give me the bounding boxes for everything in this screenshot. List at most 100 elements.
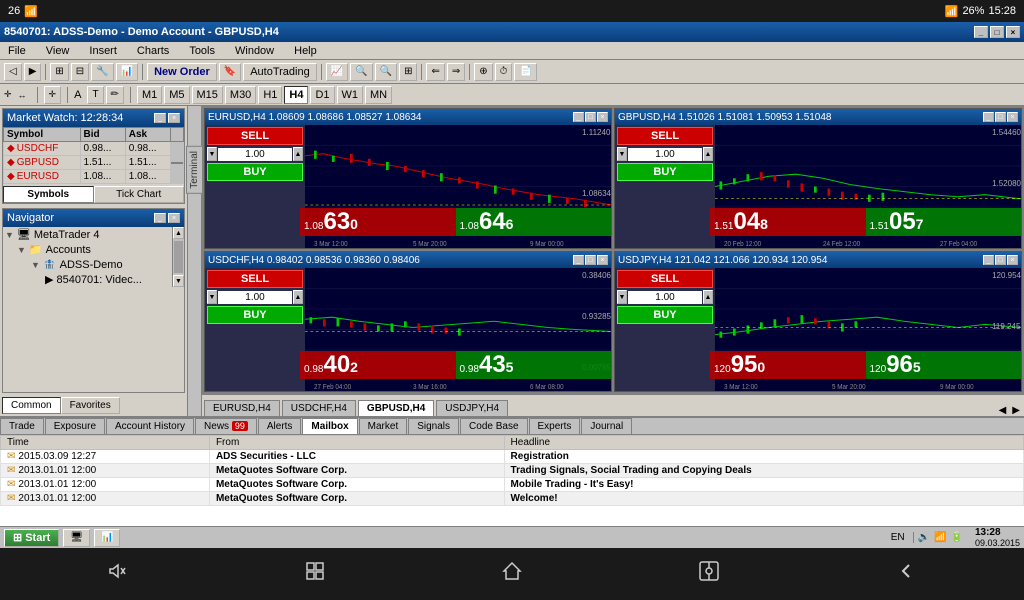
eurusd-min[interactable]: _ [573,112,584,122]
nav-item-adss[interactable]: ▼ 🏦 ADSS-Demo [3,257,172,272]
mw-row-usdchf[interactable]: ◆USDCHF 0.98... 0.98... [4,142,184,156]
mw-min-btn[interactable]: _ [154,113,166,123]
term-tab-journal[interactable]: Journal [581,418,632,434]
chart-tab-next[interactable]: ▶ [1010,405,1022,416]
toolbar-btn-11[interactable]: ⇐ [426,63,444,81]
auto-trading-button[interactable]: AutoTrading [243,63,317,81]
nav-scrollbar[interactable]: ▲ ▼ [172,227,184,287]
eurusd-sell-btn[interactable]: SELL [207,127,303,145]
maximize-button[interactable]: □ [990,26,1004,38]
toolbar-btn-13[interactable]: ⊕ [474,63,492,81]
nav-recent-apps[interactable] [295,551,335,597]
mw-row-eurusd[interactable]: ◆EURUSD 1.08... 1.08... [4,170,184,184]
term-tab-exposure[interactable]: Exposure [45,418,105,434]
tf-w1[interactable]: W1 [337,86,364,104]
ctab-eurusd[interactable]: EURUSD,H4 [204,400,280,416]
usdchf-buy-btn[interactable]: BUY [207,306,303,324]
mail-row-2[interactable]: ✉2013.01.01 12:00 MetaQuotes Software Co… [1,464,1024,478]
mail-row-3[interactable]: ✉2013.01.01 12:00 MetaQuotes Software Co… [1,478,1024,492]
new-order-button[interactable]: New Order [147,63,217,81]
menu-view[interactable]: View [42,44,74,58]
tf-h4[interactable]: H4 [284,86,308,104]
toolbar-btn-2[interactable]: ▶ [24,63,42,81]
gbpusd-max[interactable]: □ [995,112,1006,122]
menu-insert[interactable]: Insert [85,44,121,58]
terminal-label[interactable]: Terminal [186,146,203,194]
tf-h1[interactable]: H1 [258,86,282,104]
toolbar-btn-12[interactable]: ⇒ [447,63,465,81]
eurusd-buy-btn[interactable]: BUY [207,163,303,181]
nav-tab-favorites[interactable]: Favorites [61,397,120,414]
usdchf-close[interactable]: × [597,255,608,265]
nav-scroll-up[interactable]: ▲ [173,227,184,239]
gbpusd-sell-btn[interactable]: SELL [617,127,713,145]
toolbar-btn-4[interactable]: ⊟ [71,63,89,81]
nav-item-mt4[interactable]: ▼ 🖥 MetaTrader 4 [3,227,172,242]
nav-back[interactable] [886,551,926,597]
nav-min-btn[interactable]: _ [154,213,166,223]
nav-close-btn[interactable]: × [168,213,180,223]
term-tab-news[interactable]: News 99 [195,418,257,434]
gbpusd-min[interactable]: _ [983,112,994,122]
minimize-button[interactable]: _ [974,26,988,38]
tf-m5[interactable]: M5 [164,86,189,104]
toolbar-btn-8[interactable]: 🔍 [350,63,372,81]
term-tab-history[interactable]: Account History [106,418,194,434]
tf-d1[interactable]: D1 [310,86,334,104]
mw-close-btn[interactable]: × [168,113,180,123]
gbpusd-lot-up[interactable]: ▲ [703,147,713,161]
mail-row-1[interactable]: ✉2015.03.09 12:27 ADS Securities - LLC R… [1,450,1024,464]
nav-scroll-down[interactable]: ▼ [173,275,184,287]
start-button[interactable]: ⊞ Start [4,529,59,547]
nav-vol-down[interactable] [98,551,138,597]
toolbar-btn-9[interactable]: 🔍 [375,63,397,81]
nav-home[interactable] [492,551,532,597]
usdchf-min[interactable]: _ [573,255,584,265]
tf-m30[interactable]: M30 [225,86,256,104]
nav-item-accounts[interactable]: ▼ 📁 Accounts [3,242,172,257]
chart-tab-prev[interactable]: ◀ [997,405,1009,416]
menu-tools[interactable]: Tools [185,44,219,58]
eurusd-max[interactable]: □ [585,112,596,122]
term-tab-market[interactable]: Market [359,418,408,434]
usdjpy-lot-down[interactable]: ▼ [617,290,627,304]
menu-file[interactable]: File [4,44,30,58]
usdjpy-lot-up[interactable]: ▲ [703,290,713,304]
tf-crosshair[interactable]: ✛ [44,86,62,104]
close-button[interactable]: × [1006,26,1020,38]
ctab-usdchf[interactable]: USDCHF,H4 [282,400,356,416]
gbpusd-buy-btn[interactable]: BUY [617,163,713,181]
ctab-usdjpy[interactable]: USDJPY,H4 [436,400,508,416]
usdjpy-sell-btn[interactable]: SELL [617,270,713,288]
taskbar-window-1[interactable]: 🖥 [63,529,90,547]
nav-scroll-thumb[interactable] [174,241,183,273]
nav-tab-common[interactable]: Common [2,397,61,414]
menu-charts[interactable]: Charts [133,44,173,58]
nav-multitask[interactable] [689,551,729,597]
tf-m15[interactable]: M15 [192,86,223,104]
term-tab-signals[interactable]: Signals [408,418,459,434]
tf-text-btn[interactable]: T [87,86,103,104]
mail-row-4[interactable]: ✉2013.01.01 12:00 MetaQuotes Software Co… [1,492,1024,506]
mw-row-gbpusd[interactable]: ◆GBPUSD 1.51... 1.51... [4,156,184,170]
term-tab-trade[interactable]: Trade [0,418,44,434]
toolbar-btn-5[interactable]: 🔧 [91,63,113,81]
usdchf-max[interactable]: □ [585,255,596,265]
term-tab-codebase[interactable]: Code Base [460,418,527,434]
term-tab-experts[interactable]: Experts [529,418,581,434]
mw-tab-tick[interactable]: Tick Chart [94,186,185,203]
usdjpy-buy-btn[interactable]: BUY [617,306,713,324]
usdchf-sell-btn[interactable]: SELL [207,270,303,288]
menu-window[interactable]: Window [231,44,278,58]
toolbar-btn-3[interactable]: ⊞ [50,63,68,81]
mw-tab-symbols[interactable]: Symbols [3,186,94,203]
usdjpy-min[interactable]: _ [983,255,994,265]
usdchf-lot-down[interactable]: ▼ [207,290,217,304]
toolbar-btn-7[interactable]: 📈 [326,63,348,81]
usdjpy-close[interactable]: × [1007,255,1018,265]
toolbar-btn-6[interactable]: 📊 [116,63,138,81]
tf-mn[interactable]: MN [365,86,392,104]
gbpusd-lot-down[interactable]: ▼ [617,147,627,161]
eurusd-sell-up[interactable]: ▲ [293,147,303,161]
mw-scrollbar[interactable] [171,142,184,184]
